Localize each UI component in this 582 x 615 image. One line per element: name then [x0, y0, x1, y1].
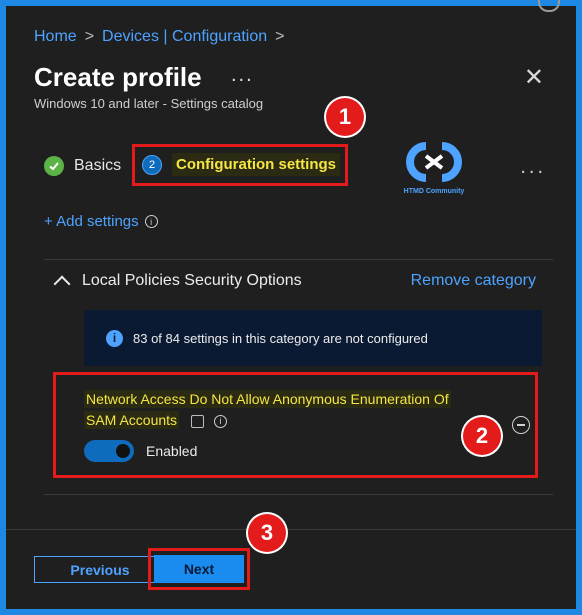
info-outline-icon[interactable]: i [213, 414, 227, 428]
category-header[interactable]: Local Policies Security Options [53, 272, 302, 293]
next-button[interactable]: Next [154, 555, 244, 583]
duplicate-icon[interactable] [190, 414, 204, 428]
more-icon[interactable]: ... [520, 156, 546, 179]
step-number: 2 [142, 154, 162, 175]
info-outline-icon[interactable]: i [144, 215, 158, 228]
toggle-knob [116, 444, 130, 458]
create-profile-panel: Home > Devices | Configuration > Create … [6, 0, 576, 609]
category-name: Local Policies Security Options [82, 272, 302, 289]
breadcrumb-separator: > [84, 28, 95, 45]
setting-name: Network Access Do Not Allow Anonymous En… [84, 389, 484, 431]
add-settings-label: + Add settings [44, 213, 139, 230]
breadcrumb-home[interactable]: Home [34, 28, 77, 46]
divider [44, 494, 553, 495]
check-icon [44, 156, 64, 176]
setting-toggle-row: Enabled [84, 440, 197, 462]
setting-name-line1: Network Access Do Not Allow Anonymous En… [84, 390, 451, 408]
remove-icon[interactable] [512, 416, 530, 434]
page-title: Create profile [34, 62, 202, 92]
step-basics-label: Basics [74, 157, 122, 174]
close-icon[interactable]: ✕ [524, 66, 544, 90]
step-config-label: Configuration settings [172, 153, 340, 176]
add-settings-link[interactable]: + Add settings i [44, 213, 158, 230]
previous-button[interactable]: Previous [34, 556, 166, 583]
step-configuration-settings[interactable]: 2 Configuration settings [142, 153, 340, 176]
enabled-toggle[interactable] [84, 440, 134, 462]
annotation-badge-3: 3 [248, 514, 286, 552]
breadcrumb: Home > Devices | Configuration > [34, 28, 285, 46]
breadcrumb-separator: > [275, 28, 285, 45]
annotation-badge-1: 1 [326, 98, 364, 136]
page-subtitle: Windows 10 and later - Settings catalog [34, 96, 264, 111]
annotation-badge-2: 2 [463, 417, 501, 455]
info-bar: i 83 of 84 settings in this category are… [84, 310, 542, 366]
window-edge-icon [538, 0, 560, 12]
chevron-up-icon[interactable] [53, 275, 71, 293]
divider [44, 259, 553, 260]
step-basics[interactable]: Basics [44, 156, 121, 176]
htmd-logo: HTMD Community [396, 138, 472, 200]
remove-category-link[interactable]: Remove category [411, 272, 536, 290]
more-icon[interactable]: ... [231, 64, 254, 87]
toggle-label: Enabled [146, 443, 198, 459]
info-icon: i [106, 329, 123, 347]
logo-text: HTMD Community [403, 188, 465, 195]
footer-divider [6, 529, 576, 530]
breadcrumb-devices[interactable]: Devices | Configuration [102, 28, 267, 46]
info-text: 83 of 84 settings in this category are n… [133, 330, 428, 346]
setting-name-line2: SAM Accounts [84, 411, 180, 429]
